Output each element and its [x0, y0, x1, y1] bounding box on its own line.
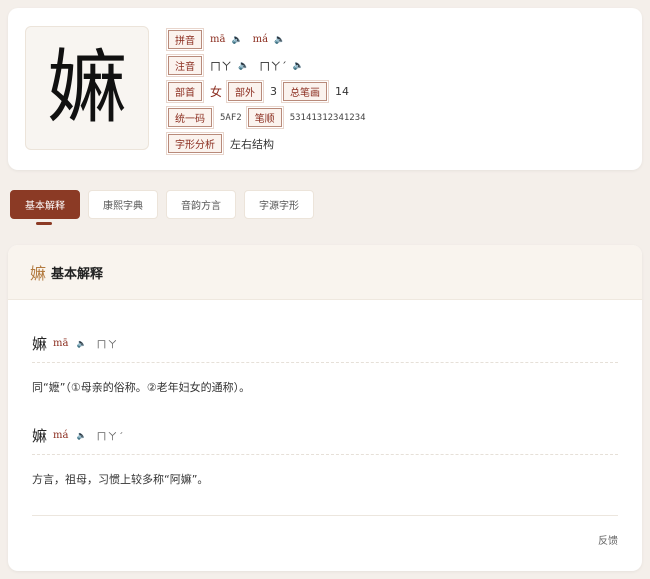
section-title: 基本解释	[51, 266, 104, 282]
unicode-row: 统一码 5AF2 笔顺 53141312341234	[166, 106, 372, 129]
zhuyin-row: 注音 ㄇㄚ 🔈 ㄇㄚˊ 🔈	[166, 54, 372, 77]
entry-char: 嫲	[32, 335, 48, 353]
zhuyin-tag: 注音	[166, 54, 204, 77]
tab-basic[interactable]: 基本解释	[10, 190, 80, 219]
entry-head: 嫲 mā 🔈 ㄇㄚ	[32, 333, 618, 363]
character-card: 嫲 拼音 mā 🔈 má 🔈 注音 ㄇㄚ 🔈 ㄇㄚˊ 🔈 部首 女 部外 3 总…	[8, 8, 642, 170]
entry: 嫲 mā 🔈 ㄇㄚ 同“嬷”（①母亲的俗称。②老年妇女的通称）。	[32, 333, 618, 395]
divider	[32, 515, 618, 516]
entry-pinyin: mā	[53, 338, 69, 349]
zhuyin-2: ㄇㄚˊ	[259, 59, 287, 73]
active-tab-indicator	[36, 222, 52, 225]
entry-definition: 同“嬷”（①母亲的俗称。②老年妇女的通称）。	[32, 381, 251, 394]
character-info: 拼音 mā 🔈 má 🔈 注音 ㄇㄚ 🔈 ㄇㄚˊ 🔈 部首 女 部外 3 总笔画…	[166, 28, 372, 160]
speaker-icon[interactable]: 🔈	[238, 61, 249, 71]
big-character: 嫲	[47, 41, 127, 134]
tab-kangxi[interactable]: 康熙字典	[88, 190, 158, 219]
strokes-outside-value: 3	[270, 85, 278, 98]
stroke-order-value: 53141312341234	[289, 112, 366, 123]
pinyin-row: 拼音 mā 🔈 má 🔈	[166, 28, 372, 51]
tab-phonology[interactable]: 音韵方言	[166, 190, 236, 219]
radical-row: 部首 女 部外 3 总笔画 14	[166, 80, 372, 103]
entry-zhuyin: ㄇㄚˊ	[96, 432, 125, 443]
pinyin-tag: 拼音	[166, 28, 204, 51]
zhuyin-1: ㄇㄚ	[210, 59, 232, 73]
tab-bar: 基本解释 康熙字典 音韵方言 字源字形	[10, 190, 322, 219]
entry-head: 嫲 má 🔈 ㄇㄚˊ	[32, 425, 618, 455]
section-header: 嫲 基本解释	[8, 245, 642, 300]
unicode-tag: 统一码	[166, 106, 214, 129]
total-strokes-tag: 总笔画	[281, 80, 330, 103]
definition-card: 嫲 基本解释 嫲 mā 🔈 ㄇㄚ 同“嬷”（①母亲的俗称。②老年妇女的通称）。 …	[8, 245, 642, 571]
entry: 嫲 má 🔈 ㄇㄚˊ 方言，祖母，习惯上较多称“阿嫲”。	[32, 425, 618, 487]
radical-value: 女	[210, 85, 223, 99]
strokes-outside-tag: 部外	[226, 80, 265, 103]
tab-etymology[interactable]: 字源字形	[244, 190, 314, 219]
unicode-value: 5AF2	[220, 112, 242, 123]
entry-char: 嫲	[32, 427, 48, 445]
entry-pinyin: má	[53, 430, 69, 441]
pinyin-1: mā	[210, 34, 226, 45]
structure-tag: 字形分析	[166, 132, 224, 155]
total-strokes-value: 14	[335, 85, 350, 98]
speaker-icon[interactable]: 🔈	[76, 431, 86, 440]
character-display: 嫲	[25, 26, 149, 150]
entry-zhuyin: ㄇㄚ	[96, 340, 119, 351]
speaker-icon[interactable]: 🔈	[76, 339, 86, 348]
structure-value: 左右结构	[230, 137, 274, 151]
structure-row: 字形分析 左右结构	[166, 132, 372, 155]
speaker-icon[interactable]: 🔈	[293, 61, 304, 71]
entry-definition: 方言，祖母，习惯上较多称“阿嫲”。	[32, 473, 209, 486]
feedback-link[interactable]: 反馈	[598, 532, 618, 547]
pinyin-2: má	[252, 34, 269, 45]
speaker-icon[interactable]: 🔈	[231, 35, 242, 45]
section-char-icon: 嫲	[30, 264, 47, 283]
radical-tag: 部首	[166, 80, 204, 103]
stroke-order-tag: 笔顺	[245, 106, 284, 129]
speaker-icon[interactable]: 🔈	[274, 35, 285, 45]
